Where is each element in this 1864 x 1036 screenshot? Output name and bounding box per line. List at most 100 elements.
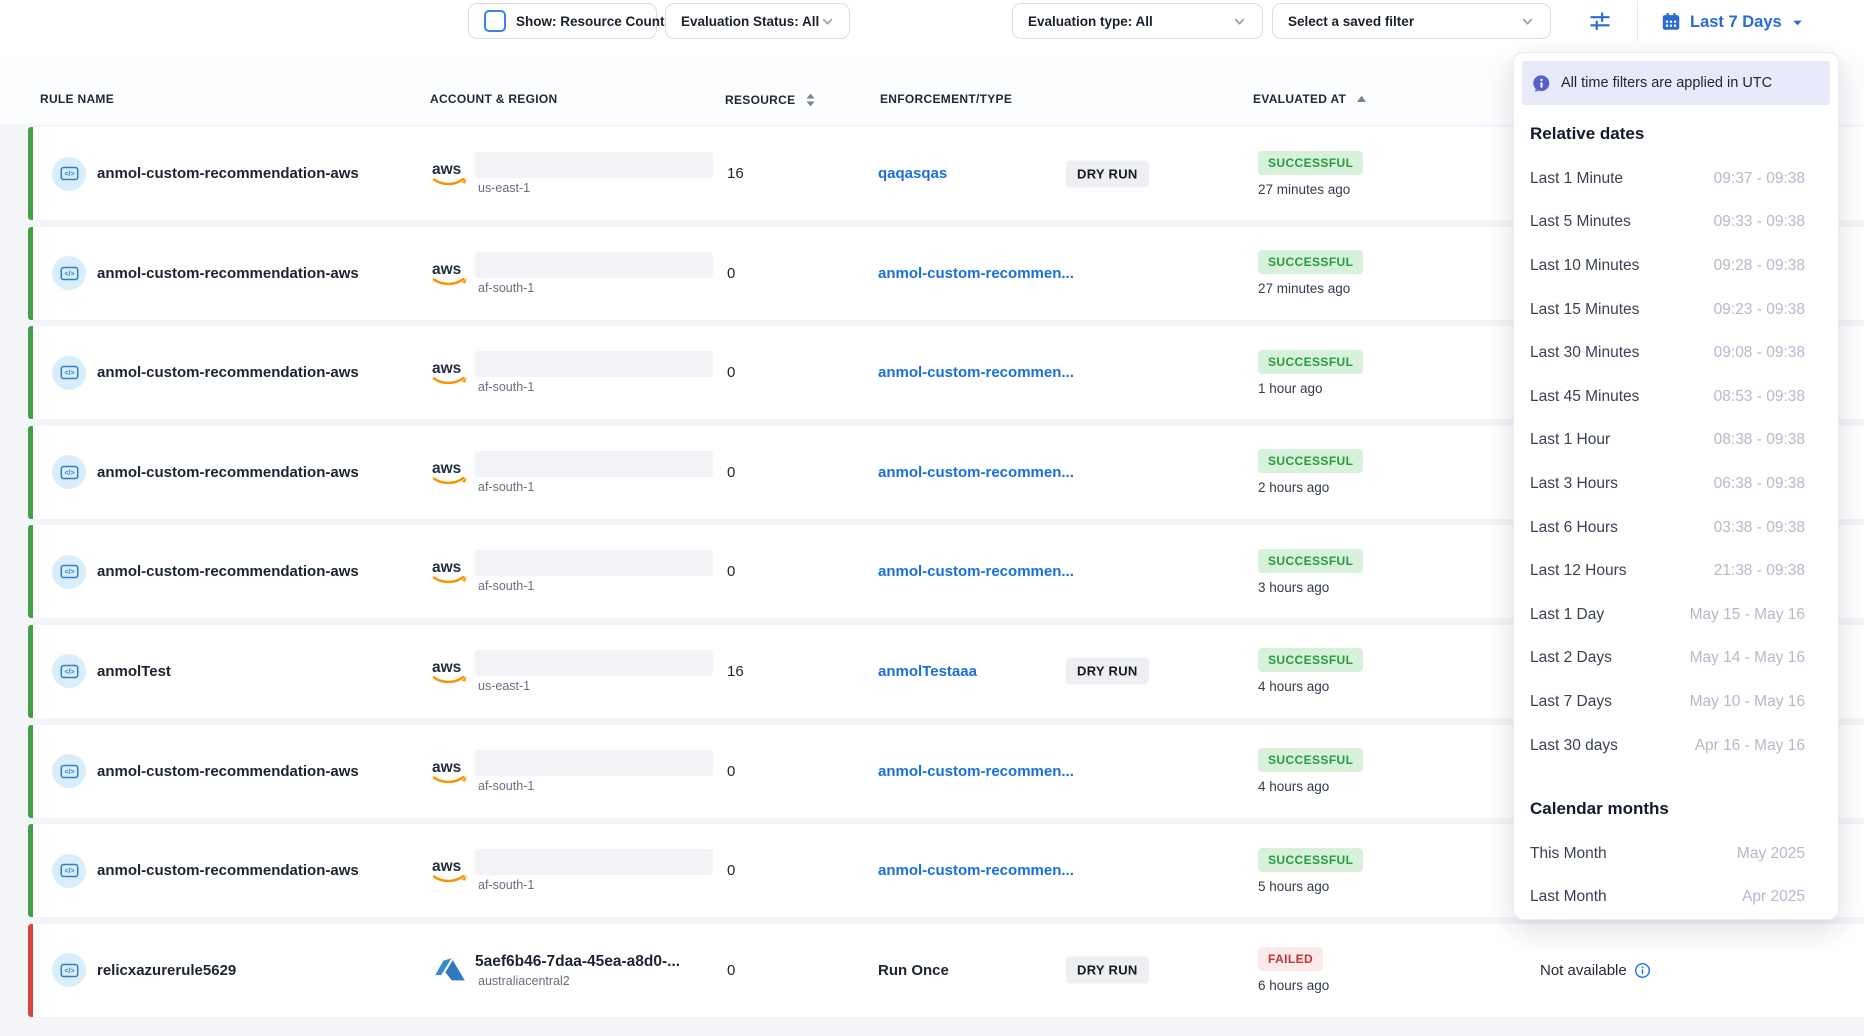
date-option[interactable]: Last 12 Hours 21:38 - 09:38: [1514, 549, 1838, 593]
svg-text:</>: </>: [64, 868, 74, 875]
date-option-label: Last 5 Minutes: [1530, 213, 1631, 231]
date-option-range: May 15 - May 16: [1690, 606, 1805, 624]
date-option-range: 08:53 - 09:38: [1714, 388, 1805, 406]
status-color-bar: [28, 227, 33, 320]
status-badge: SUCCESSFUL: [1258, 250, 1363, 274]
evaluations-screen: Show: Resource Count > 0 Evaluation Stat…: [0, 0, 1864, 1036]
aws-logo: aws: [430, 558, 470, 585]
status-badge: SUCCESSFUL: [1258, 748, 1363, 772]
enforcement-link[interactable]: anmol-custom-recommen...: [878, 464, 1074, 481]
filter-settings-button[interactable]: [1583, 6, 1617, 36]
date-option[interactable]: Last 15 Minutes 09:23 - 09:38: [1514, 288, 1838, 332]
date-option[interactable]: Last Month Apr 2025: [1514, 876, 1838, 920]
enforcement-link[interactable]: anmolTestaaa: [878, 663, 977, 680]
evaluation-type-dropdown[interactable]: Evaluation type: All: [1012, 3, 1263, 39]
date-option-range: 21:38 - 09:38: [1714, 562, 1805, 580]
chevron-down-icon: [819, 13, 836, 30]
svg-text:aws: aws: [432, 161, 461, 178]
svg-text:</>: </>: [64, 769, 74, 776]
evaluated-time: 4 hours ago: [1258, 679, 1329, 694]
date-range-label: Last 7 Days: [1690, 13, 1782, 32]
date-option[interactable]: Last 5 Minutes 09:33 - 09:38: [1514, 201, 1838, 245]
date-range-button[interactable]: Last 7 Days: [1660, 7, 1805, 37]
sliders-icon: [1587, 8, 1613, 34]
date-option-range: 09:08 - 09:38: [1714, 344, 1805, 362]
svg-text:</>: </>: [64, 171, 74, 178]
info-circle-icon[interactable]: [1634, 962, 1651, 979]
date-option[interactable]: Last 1 Minute 09:37 - 09:38: [1514, 157, 1838, 201]
date-option-range: 03:38 - 09:38: [1714, 519, 1805, 537]
date-option[interactable]: Last 1 Hour 08:38 - 09:38: [1514, 419, 1838, 463]
evaluation-status-label: Evaluation Status: All: [681, 14, 819, 29]
status-color-bar: [28, 625, 33, 718]
evaluation-type-label: Evaluation type: All: [1028, 14, 1153, 29]
date-option-label: Last 2 Days: [1530, 649, 1612, 667]
date-option[interactable]: Last 30 days Apr 16 - May 16: [1514, 724, 1838, 768]
enforcement-link[interactable]: anmol-custom-recommen...: [878, 563, 1074, 580]
enforcement-link[interactable]: anmol-custom-recommen...: [878, 265, 1074, 282]
enforcement-link[interactable]: qaqasqas: [878, 165, 947, 182]
table-row[interactable]: </> relicxazurerule5629 aws: [28, 924, 1864, 1017]
dry-run-badge: DRY RUN: [1066, 160, 1149, 187]
date-option[interactable]: Last 7 Days May 10 - May 16: [1514, 680, 1838, 724]
date-option[interactable]: Last 6 Hours 03:38 - 09:38: [1514, 506, 1838, 550]
aws-logo: aws: [430, 359, 470, 386]
rule-name: anmol-custom-recommendation-aws: [97, 862, 359, 879]
show-resource-count-label: Show: Resource Count > 0: [516, 14, 687, 29]
status-color-bar: [28, 326, 33, 419]
status-badge: SUCCESSFUL: [1258, 449, 1363, 473]
enforcement-link[interactable]: Run Once: [878, 962, 949, 979]
status-color-bar: [28, 525, 33, 618]
rule-icon: </>: [52, 157, 86, 191]
date-option-range: May 14 - May 16: [1690, 649, 1805, 667]
region-label: af-south-1: [475, 579, 713, 593]
relative-dates-list: Last 1 Minute 09:37 - 09:38 Last 5 Minut…: [1514, 157, 1838, 767]
svg-text:aws: aws: [432, 659, 461, 676]
header-evaluated-at[interactable]: EVALUATED AT: [1253, 92, 1368, 106]
rule-icon: </>: [52, 654, 86, 688]
account-redacted-bar: [475, 550, 713, 576]
toolbar-divider: [1637, 1, 1638, 41]
svg-text:</>: </>: [64, 570, 74, 577]
sort-ascending-icon[interactable]: [1355, 94, 1368, 104]
checkbox-icon[interactable]: [484, 10, 506, 32]
caret-down-icon: [1790, 15, 1805, 30]
date-option-label: Last 12 Hours: [1530, 562, 1627, 580]
date-option[interactable]: Last 1 Day May 15 - May 16: [1514, 593, 1838, 637]
evaluated-time: 3 hours ago: [1258, 580, 1329, 595]
enforcement-link[interactable]: anmol-custom-recommen...: [878, 364, 1074, 381]
svg-text:aws: aws: [432, 460, 461, 477]
header-enforcement-type: ENFORCEMENT/TYPE: [880, 92, 1012, 106]
date-option[interactable]: This Month May 2025: [1514, 832, 1838, 876]
resource-count: 0: [727, 725, 735, 818]
evaluated-time: 27 minutes ago: [1258, 182, 1350, 197]
calendar-months-heading: Calendar months: [1530, 799, 1669, 819]
account-redacted-bar: [475, 849, 713, 875]
enforcement-link[interactable]: anmol-custom-recommen...: [878, 862, 1074, 879]
date-option[interactable]: Last 3 Hours 06:38 - 09:38: [1514, 462, 1838, 506]
date-option-range: May 2025: [1737, 845, 1805, 863]
evaluation-status-dropdown[interactable]: Evaluation Status: All: [665, 3, 850, 39]
date-option[interactable]: Last 2 Days May 14 - May 16: [1514, 637, 1838, 681]
date-option[interactable]: Last 30 Minutes 09:08 - 09:38: [1514, 331, 1838, 375]
evaluated-time: 2 hours ago: [1258, 480, 1329, 495]
date-option-label: Last 45 Minutes: [1530, 388, 1639, 406]
rule-icon: </>: [52, 356, 86, 390]
date-option-label: Last 6 Hours: [1530, 519, 1618, 537]
rule-icon: </>: [52, 455, 86, 489]
sort-icon[interactable]: [804, 92, 817, 108]
aws-logo: aws: [430, 260, 470, 287]
show-resource-count-filter[interactable]: Show: Resource Count > 0: [468, 3, 657, 39]
svg-text:</>: </>: [64, 968, 74, 975]
rule-icon: </>: [52, 555, 86, 589]
header-resource[interactable]: RESOURCE: [725, 92, 817, 108]
date-option[interactable]: Last 45 Minutes 08:53 - 09:38: [1514, 375, 1838, 419]
aws-logo: aws: [430, 160, 470, 187]
date-option[interactable]: Last 10 Minutes 09:28 - 09:38: [1514, 244, 1838, 288]
saved-filter-dropdown[interactable]: Select a saved filter: [1272, 3, 1551, 39]
rule-name: anmol-custom-recommendation-aws: [97, 265, 359, 282]
date-option-range: Apr 2025: [1742, 888, 1805, 906]
enforcement-link[interactable]: anmol-custom-recommen...: [878, 763, 1074, 780]
account-redacted-bar: [475, 351, 713, 377]
account-redacted-bar: [475, 451, 713, 477]
